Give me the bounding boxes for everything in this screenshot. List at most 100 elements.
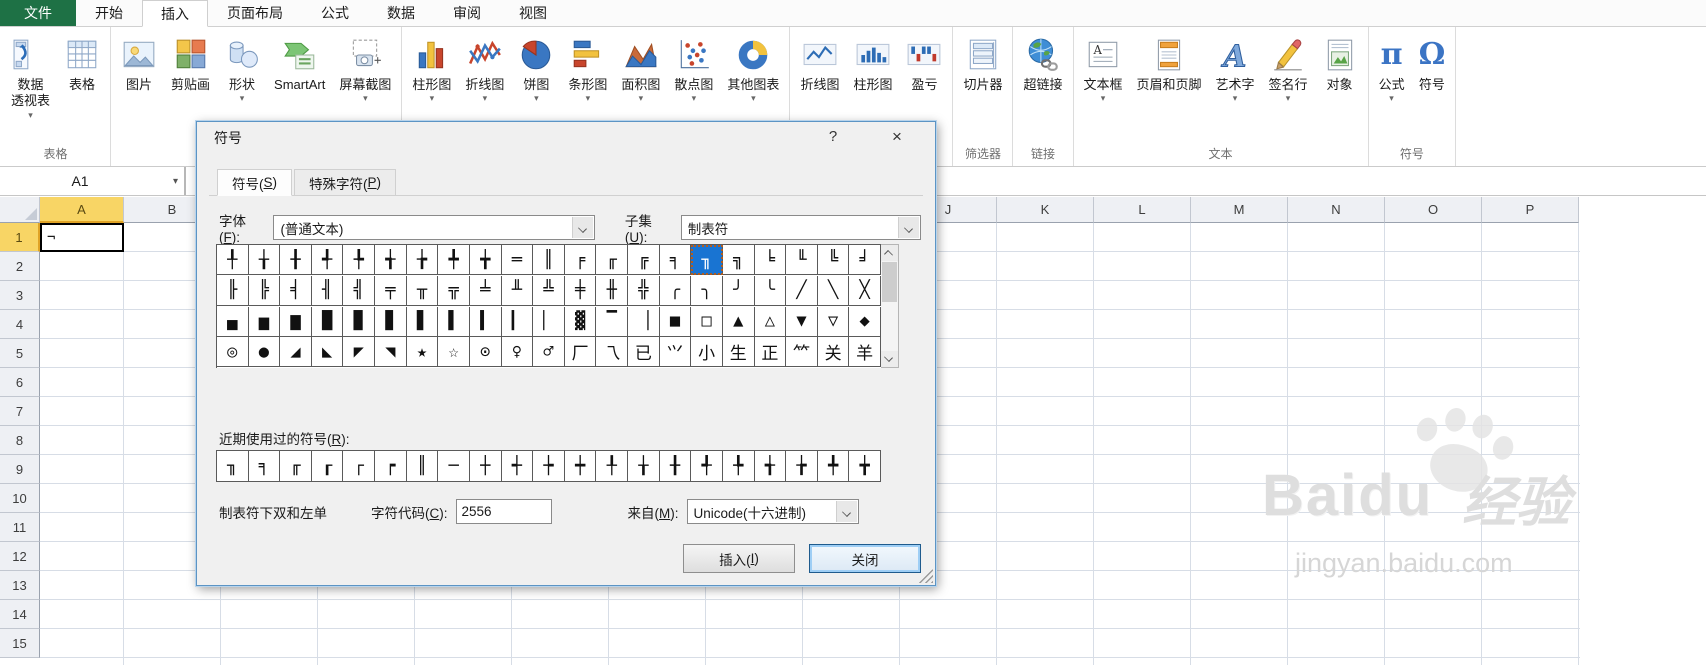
ribbon-clipart[interactable]: 剪贴画 <box>164 27 217 93</box>
recent-symbol-cell[interactable]: ┌ <box>343 451 376 482</box>
symbol-cell[interactable]: ▓ <box>564 306 597 337</box>
symbol-cell[interactable]: ▅ <box>248 306 281 337</box>
column-header-P[interactable]: P <box>1482 197 1579 223</box>
select-all-corner[interactable] <box>0 197 40 223</box>
symbol-cell[interactable]: ▋ <box>406 306 439 337</box>
subset-combo[interactable]: 制表符 <box>680 215 921 240</box>
symbol-cell[interactable]: ▄ <box>217 306 249 337</box>
close-button[interactable]: 关闭 <box>809 544 921 573</box>
symbol-cell[interactable]: ▆ <box>280 306 312 337</box>
symbol-cell[interactable]: ╰ <box>754 275 787 306</box>
symbol-cell[interactable]: ╕ <box>659 245 692 275</box>
ribbon-pivot-table[interactable]: 数据 透视表 ▾ <box>4 27 57 120</box>
from-combo-arrow-icon[interactable] <box>835 501 857 522</box>
recent-symbol-cell[interactable]: ┍ <box>375 451 407 482</box>
recent-symbol-cell[interactable]: ╃ <box>691 451 723 482</box>
column-header-O[interactable]: O <box>1385 197 1482 223</box>
row-header-14[interactable]: 14 <box>0 600 40 629</box>
ribbon-header-footer[interactable]: 页眉和页脚 <box>1130 27 1209 93</box>
row-header-7[interactable]: 7 <box>0 397 40 426</box>
char-code-input[interactable]: 2556 <box>455 499 552 524</box>
row-header-8[interactable]: 8 <box>0 426 40 455</box>
symbol-cell[interactable]: ▏ <box>533 306 565 337</box>
symbol-cell[interactable]: ╦ <box>438 275 470 306</box>
tab-开始[interactable]: 开始 <box>76 0 142 26</box>
tab-数据[interactable]: 数据 <box>368 0 434 26</box>
symbol-cell[interactable]: □ <box>691 306 723 337</box>
symbol-cell[interactable]: ╗ <box>722 245 755 275</box>
ribbon-column-chart[interactable]: 柱形图 ▾ <box>405 27 458 103</box>
symbol-cell[interactable]: ╩ <box>533 275 565 306</box>
ribbon-screenshot[interactable]: 屏幕截图 ▾ <box>332 27 398 103</box>
symbol-cell[interactable]: ╮ <box>691 275 723 306</box>
symbol-cell[interactable]: ⺮ <box>786 337 818 368</box>
column-header-M[interactable]: M <box>1191 197 1288 223</box>
tab-页面布局[interactable]: 页面布局 <box>208 0 302 26</box>
resize-grip-icon[interactable] <box>919 569 933 583</box>
subset-combo-arrow-icon[interactable] <box>898 217 919 238</box>
symbol-grid-scrollbar[interactable] <box>881 244 899 368</box>
symbol-cell[interactable]: ◢ <box>280 337 312 368</box>
recent-symbol-cell[interactable]: ┾ <box>533 451 565 482</box>
symbol-cell[interactable]: ▔ <box>596 306 629 337</box>
column-header-L[interactable]: L <box>1094 197 1191 223</box>
row-header-1[interactable]: 1 <box>0 223 40 252</box>
row-header-15[interactable]: 15 <box>0 629 40 658</box>
ribbon-picture[interactable]: 图片 <box>114 27 164 93</box>
symbol-cell[interactable]: ╀ <box>217 245 249 275</box>
symbol-cell[interactable]: ╈ <box>469 245 502 275</box>
active-cell-A1[interactable]: ¬ <box>40 223 124 252</box>
tab-公式[interactable]: 公式 <box>302 0 368 26</box>
ribbon-textbox[interactable]: A 文本框 ▾ <box>1077 27 1130 103</box>
ribbon-table[interactable]: 表格 <box>57 27 107 93</box>
symbol-cell-selected[interactable]: ╖ <box>691 245 723 275</box>
ribbon-pi-formula[interactable]: π 公式 ▾ <box>1372 27 1412 103</box>
row-header-10[interactable]: 10 <box>0 484 40 513</box>
recent-symbol-cell[interactable]: ╅ <box>754 451 787 482</box>
symbol-cell[interactable]: ◤ <box>343 337 376 368</box>
row-header-4[interactable]: 4 <box>0 310 40 339</box>
symbol-cell[interactable]: ╬ <box>628 275 660 306</box>
ribbon-omega-symbol[interactable]: Ω 符号 <box>1412 27 1453 93</box>
row-header-12[interactable]: 12 <box>0 542 40 571</box>
symbol-cell[interactable]: ╂ <box>280 245 312 275</box>
symbol-cell[interactable]: ◎ <box>217 337 249 368</box>
symbol-cell[interactable]: ╆ <box>406 245 439 275</box>
ribbon-signature[interactable]: 签名行 ▾ <box>1262 27 1315 103</box>
tab-审阅[interactable]: 审阅 <box>434 0 500 26</box>
ribbon-sparkline-line[interactable]: 折线图 <box>793 27 846 93</box>
symbol-cell[interactable]: ◥ <box>375 337 407 368</box>
row-header-9[interactable]: 9 <box>0 455 40 484</box>
recent-symbol-cell[interactable]: ╇ <box>817 451 850 482</box>
symbol-cell[interactable]: ╛ <box>849 245 881 275</box>
symbol-cell[interactable]: ║ <box>533 245 565 275</box>
tab-插入[interactable]: 插入 <box>142 0 208 27</box>
symbol-cell[interactable]: ═ <box>501 245 534 275</box>
ribbon-area-chart[interactable]: 面积图 ▾ <box>614 27 667 103</box>
symbol-cell[interactable]: ♂ <box>533 337 565 368</box>
row-header-3[interactable]: 3 <box>0 281 40 310</box>
symbol-cell[interactable]: █ <box>311 306 344 337</box>
symbol-cell[interactable]: ▉ <box>343 306 376 337</box>
recent-symbol-cell[interactable]: ╕ <box>248 451 281 482</box>
symbol-cell[interactable]: ╁ <box>248 245 281 275</box>
row-header-13[interactable]: 13 <box>0 571 40 600</box>
symbol-cell[interactable]: ╅ <box>375 245 407 275</box>
tab-视图[interactable]: 视图 <box>500 0 566 26</box>
help-icon[interactable]: ? <box>819 128 847 145</box>
row-header-6[interactable]: 6 <box>0 368 40 397</box>
close-icon[interactable]: × <box>877 122 917 152</box>
recent-symbol-cell[interactable]: ┽ <box>501 451 534 482</box>
symbol-cell[interactable]: ╯ <box>722 275 755 306</box>
symbol-cell[interactable]: ★ <box>406 337 439 368</box>
symbol-cell[interactable]: ╃ <box>311 245 344 275</box>
recent-symbol-cell[interactable]: ╓ <box>280 451 312 482</box>
symbol-cell[interactable]: 厂 <box>564 337 597 368</box>
ribbon-pie-chart[interactable]: 饼图 ▾ <box>511 27 561 103</box>
symbol-cell[interactable]: ╭ <box>659 275 692 306</box>
name-box[interactable]: A1 ▾ <box>0 167 186 195</box>
symbol-cell[interactable]: ╡ <box>280 275 312 306</box>
column-header-K[interactable]: K <box>997 197 1094 223</box>
symbol-cell[interactable]: ▎ <box>501 306 534 337</box>
recent-symbol-cell[interactable]: ┎ <box>311 451 344 482</box>
